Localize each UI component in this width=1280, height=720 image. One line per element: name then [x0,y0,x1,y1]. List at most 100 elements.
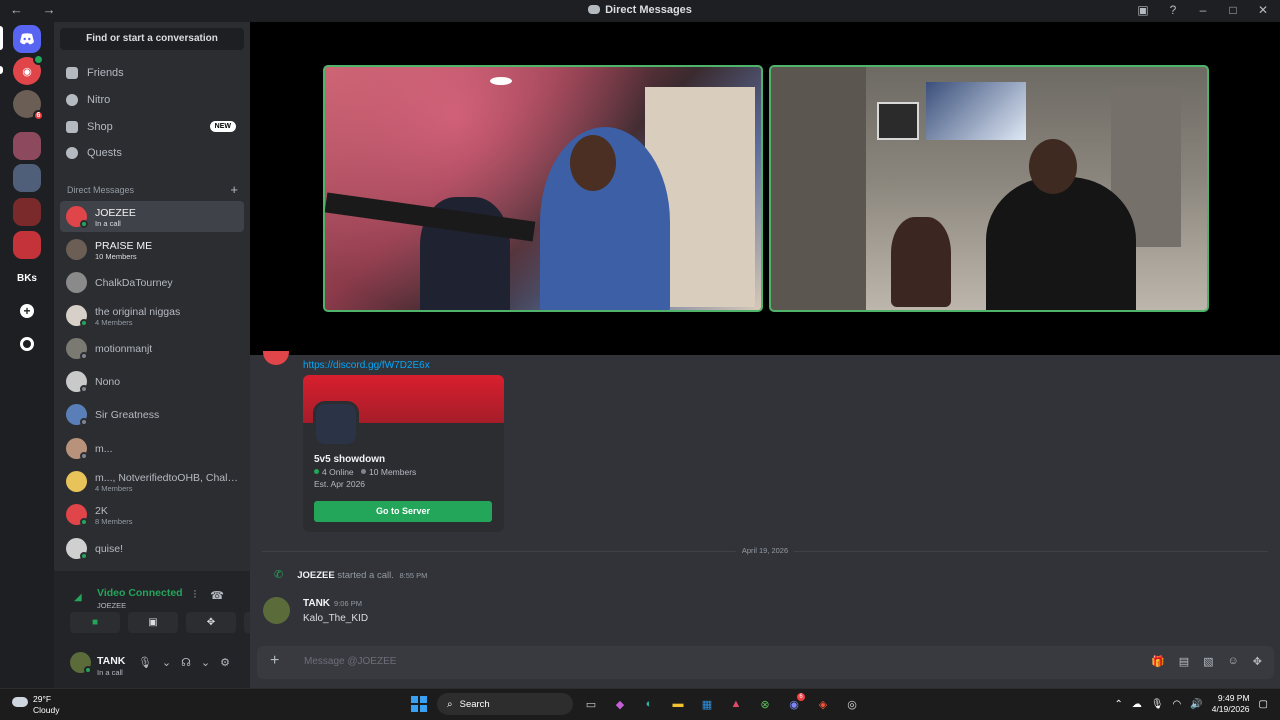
chevron-up-icon[interactable]: ⌃ [1114,699,1122,710]
obs-icon[interactable]: ◎ [841,693,863,715]
video-stage [250,22,1280,355]
windows-start-icon[interactable] [408,693,430,715]
dm-item[interactable]: Nono [60,366,244,397]
message-composer[interactable]: + Message @JOEZEE 🎁 ▤ ▧ ☺ ✥ [257,646,1274,679]
server-icon[interactable] [13,198,41,226]
invite-link[interactable]: https://discord.gg/fW7D2E6x [303,360,430,371]
create-dm-icon[interactable]: + [230,182,238,197]
dm-item[interactable]: 2K 8 Members [60,499,244,530]
voice-status-icon [33,54,44,65]
disconnect-icon[interactable]: ☎ [210,589,224,602]
message-author[interactable]: TANK [303,598,330,609]
dm-item[interactable]: the original niggas 4 Members [60,300,244,331]
taskbar-search[interactable]: ⌕ Search [437,693,573,715]
task-view-icon[interactable]: ▭ [580,693,602,715]
emoji-icon[interactable]: ☺ [1228,655,1239,668]
dm-item[interactable]: Sir Greatness [60,399,244,430]
avatar[interactable] [263,597,290,624]
offline-status-icon [80,418,88,426]
dm-item[interactable]: JOEZEE In a call [60,201,244,232]
maximize-icon[interactable]: □ [1226,3,1240,17]
chevron-down-icon[interactable]: ⌄ [201,656,210,669]
gear-icon[interactable]: ⚙ [220,656,230,669]
quests-icon [66,147,78,159]
wifi-icon[interactable]: ◠ [1173,699,1182,710]
headphones-icon[interactable]: ☊ [181,656,191,669]
server-established: Est. Apr 2026 [314,479,366,489]
clock[interactable]: 9:49 PM 4/19/2026 [1212,693,1250,715]
taskbar-apps: ⌕ Search ▭ ◆ ◐ ▬ ▦ ▲ ⊗ ◉ 6 ◈ ◎ [408,693,863,715]
dm-item[interactable]: PRAISE ME 10 Members [60,234,244,265]
server-folder-bks[interactable]: BKs [13,264,41,292]
microphone-icon[interactable]: 🎙 [138,656,152,669]
dm-name: Nono [95,376,121,388]
server-icon[interactable] [13,231,41,259]
go-to-server-button[interactable]: Go to Server [314,501,492,522]
discord-window: ← → Direct Messages ▣ ? – □ ✕ ◉ 6 BKs + … [0,0,1280,688]
user-status: In a call [97,668,123,677]
sticker-icon[interactable]: ▧ [1203,655,1213,668]
onedrive-icon[interactable]: ☁ [1132,699,1142,710]
brave-icon[interactable]: ◈ [812,693,834,715]
gif-icon[interactable]: ▤ [1179,655,1189,668]
camera-button[interactable]: ■ [70,612,120,633]
copilot-icon[interactable]: ◆ [609,693,631,715]
signal-icon[interactable]: ◢ [74,592,82,603]
microphone-icon[interactable]: 🎙 [1151,699,1164,710]
discord-icon [20,33,34,45]
noise-suppression-icon[interactable]: ⫶ [194,589,197,602]
notifications-icon[interactable]: ▢ [1259,699,1268,710]
offline-status-icon [80,352,88,360]
video-tile[interactable] [769,65,1209,312]
inbox-icon[interactable]: ▣ [1136,3,1150,17]
apps-icon[interactable]: ✥ [1253,655,1262,668]
add-server-button[interactable]: + [13,297,41,325]
dm-item[interactable]: m... [60,433,244,464]
sidebar-item-friends[interactable]: Friends [60,60,244,86]
dm-item[interactable]: motionmanjt [60,333,244,364]
shop-icon [66,121,78,133]
find-conversation-button[interactable]: Find or start a conversation [60,28,244,50]
call-text: started a call. [337,570,394,581]
file-explorer-icon[interactable]: ▬ [667,693,689,715]
sidebar-item-shop[interactable]: Shop NEW [60,114,244,140]
online-status-icon [80,319,88,327]
discover-button[interactable] [13,330,41,358]
close-icon[interactable]: ✕ [1256,3,1270,17]
dm-item[interactable]: ChalkDaTourney [60,267,244,298]
server-icon[interactable] [13,132,41,160]
caller-name[interactable]: JOEZEE [297,570,335,581]
xbox-icon[interactable]: ⊗ [754,693,776,715]
dm-item[interactable]: quise! [60,533,244,564]
sidebar-item-nitro[interactable]: Nitro [60,87,244,113]
screen-share-button[interactable]: ▣ [128,612,178,633]
home-button[interactable] [13,25,41,53]
unread-badge: 6 [33,110,44,121]
dm-item[interactable]: m..., NotverifiedtoOHB, Chalk... 4 Membe… [60,466,244,497]
volume-icon[interactable]: 🔊 [1190,699,1202,710]
sidebar-item-quests[interactable]: Quests [60,140,244,166]
activities-button[interactable]: ✥ [186,612,236,633]
server-icon[interactable]: 6 [13,90,44,121]
camera-icon: ■ [91,617,99,628]
avatar[interactable] [263,351,289,365]
discord-taskbar-icon[interactable]: ◉ 6 [783,693,805,715]
window-title-text: Direct Messages [605,4,692,16]
clock-time: 9:49 PM [1217,693,1250,703]
server-icon[interactable]: ◉ [13,54,44,85]
voice-status-title[interactable]: Video Connected [97,587,183,599]
attach-icon[interactable]: + [270,652,279,670]
message-header: TANK 9:06 PM [303,598,362,609]
affinity-icon[interactable]: ▲ [725,693,747,715]
video-tile[interactable] [323,65,763,312]
store-icon[interactable]: ▦ [696,693,718,715]
message-input[interactable]: Message @JOEZEE [304,656,396,667]
help-icon[interactable]: ? [1166,3,1180,17]
compass-icon [20,337,34,351]
minimize-icon[interactable]: – [1196,3,1210,17]
server-icon[interactable] [13,164,41,192]
search-icon: ⌕ [447,698,453,710]
chevron-down-icon[interactable]: ⌄ [162,656,171,669]
edge-icon[interactable]: ◐ [638,693,660,715]
gift-icon[interactable]: 🎁 [1151,655,1165,668]
